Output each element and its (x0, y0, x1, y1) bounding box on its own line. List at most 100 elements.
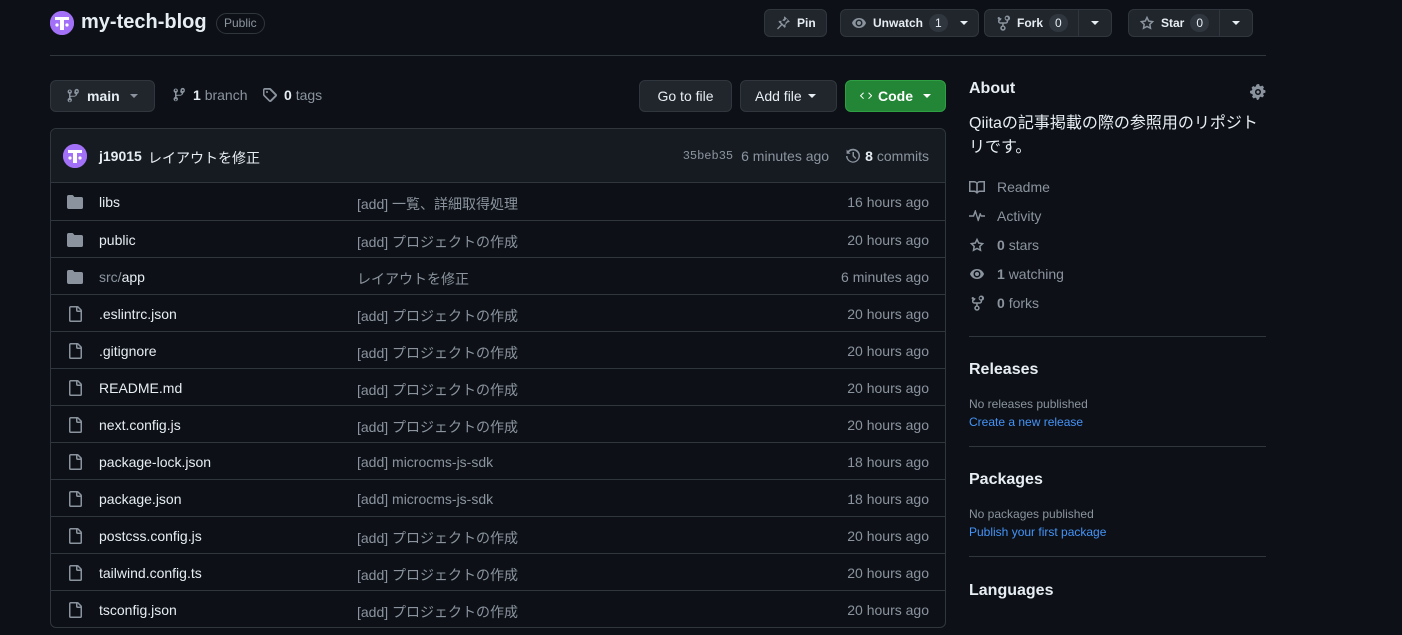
file-icon (67, 491, 83, 507)
commit-message[interactable]: レイアウトを修正 (148, 148, 260, 168)
file-rows: libs [add] 一覧、詳細取得処理 16 hours ago public [ad… (51, 183, 945, 627)
tags-link[interactable]: 0 tags (262, 87, 322, 103)
file-name[interactable]: tsconfig.json (99, 602, 177, 618)
packages-empty-text: No packages published (969, 507, 1094, 521)
file-row[interactable]: README.md [add] プロジェクトの作成 20 hours ago (51, 368, 945, 405)
file-commit-message[interactable]: [add] プロジェクトの作成 (357, 528, 518, 548)
code-button[interactable]: Code (845, 80, 946, 112)
publish-package-link[interactable]: Publish your first package (969, 525, 1266, 539)
file-commit-message[interactable]: [add] プロジェクトの作成 (357, 380, 518, 400)
file-row[interactable]: tailwind.config.ts [add] プロジェクトの作成 20 hour… (51, 553, 945, 590)
tag-count: 0 (284, 87, 292, 103)
file-name[interactable]: libs (99, 194, 120, 210)
file-name-text: public (99, 232, 136, 248)
star-button[interactable]: Star 0 (1129, 10, 1219, 36)
commit-sha[interactable]: 35beb35 (683, 149, 733, 163)
watching-link[interactable]: 1 watching (969, 259, 1266, 288)
file-name-text: package.json (99, 491, 182, 507)
file-commit-message[interactable]: [add] microcms-js-sdk (357, 454, 493, 470)
star-button-group: Star 0 (1128, 9, 1254, 37)
file-commit-message[interactable]: [add] プロジェクトの作成 (357, 417, 518, 437)
file-name[interactable]: .gitignore (99, 343, 157, 359)
file-commit-message[interactable]: [add] microcms-js-sdk (357, 491, 493, 507)
file-commit-message[interactable]: [add] プロジェクトの作成 (357, 306, 518, 326)
file-commit-message[interactable]: [add] プロジェクトの作成 (357, 602, 518, 622)
file-row[interactable]: package-lock.json [add] microcms-js-sdk 18… (51, 442, 945, 479)
file-row[interactable]: tsconfig.json [add] プロジェクトの作成 20 hours ago (51, 590, 945, 627)
pin-label: Pin (797, 16, 816, 30)
file-name[interactable]: .eslintrc.json (99, 306, 177, 322)
file-row[interactable]: public [add] プロジェクトの作成 20 hours ago (51, 220, 945, 257)
stars-word: stars (1008, 236, 1040, 253)
chevron-down-icon (1232, 21, 1241, 25)
file-commit-message[interactable]: [add] プロジェクトの作成 (357, 343, 518, 363)
create-release-link[interactable]: Create a new release (969, 415, 1266, 429)
file-table: j19015 レイアウトを修正 35beb35 6 minutes ago 8 … (50, 128, 946, 628)
file-commit-age: 20 hours ago (847, 602, 929, 618)
latest-commit-bar: j19015 レイアウトを修正 35beb35 6 minutes ago 8 … (51, 129, 945, 183)
languages-title: Languages (969, 582, 1054, 599)
file-name-text: .gitignore (99, 343, 157, 359)
file-commit-message[interactable]: [add] プロジェクトの作成 (357, 565, 518, 585)
file-commit-age: 20 hours ago (847, 417, 929, 433)
file-icon (67, 343, 83, 359)
file-name[interactable]: src/app (99, 269, 145, 285)
file-name-text: next.config.js (99, 417, 181, 433)
commit-author[interactable]: j19015 (99, 148, 142, 164)
about-description: Qiitaの記事掲載の際の参照用のリポジトリです。 (969, 115, 1258, 156)
file-name[interactable]: public (99, 232, 136, 248)
commit-count: 8 (865, 148, 873, 164)
eye-icon (852, 18, 866, 28)
file-name[interactable]: tailwind.config.ts (99, 565, 202, 581)
file-row[interactable]: libs [add] 一覧、詳細取得処理 16 hours ago (51, 183, 945, 220)
watching-word: watching (1008, 265, 1064, 282)
code-label: Code (878, 88, 913, 104)
activity-link[interactable]: Activity (969, 201, 1266, 230)
go-to-file-button[interactable]: Go to file (639, 80, 732, 112)
branch-icon (67, 88, 79, 103)
star-dropdown-button[interactable] (1220, 10, 1252, 36)
file-row[interactable]: .gitignore [add] プロジェクトの作成 20 hours ago (51, 331, 945, 368)
unwatch-button[interactable]: Unwatch 1 (840, 9, 979, 37)
file-row[interactable]: postcss.config.js [add] プロジェクトの作成 20 hours… (51, 516, 945, 553)
file-row[interactable]: package.json [add] microcms-js-sdk 18 hour… (51, 479, 945, 516)
file-row[interactable]: src/app レイアウトを修正 6 minutes ago (51, 257, 945, 294)
file-commit-message[interactable]: [add] 一覧、詳細取得処理 (357, 194, 518, 214)
forks-count: 0 (997, 294, 1005, 311)
file-commit-message[interactable]: レイアウトを修正 (357, 269, 469, 289)
forks-link[interactable]: 0 forks (969, 288, 1266, 317)
packages-title[interactable]: Packages (969, 471, 1266, 489)
commits-link[interactable]: 8 commits (845, 148, 929, 164)
file-name[interactable]: README.md (99, 380, 182, 396)
branch-select[interactable]: main (50, 80, 155, 112)
eye-icon (970, 268, 984, 279)
owner-avatar[interactable] (50, 11, 74, 35)
file-icon (67, 306, 83, 322)
file-name[interactable]: next.config.js (99, 417, 181, 433)
file-name[interactable]: postcss.config.js (99, 528, 202, 544)
branches-link[interactable]: 1 branch (171, 87, 248, 103)
watching-count: 1 (997, 265, 1005, 282)
fork-button[interactable]: Fork 0 (985, 10, 1078, 36)
commit-author-avatar[interactable] (63, 144, 87, 168)
fork-dropdown-button[interactable] (1079, 10, 1111, 36)
stars-link[interactable]: 0 stars (969, 230, 1266, 259)
file-name[interactable]: package-lock.json (99, 454, 211, 470)
readme-link[interactable]: Readme (969, 172, 1266, 201)
file-name-text: postcss.config.js (99, 528, 202, 544)
file-icon (67, 565, 83, 581)
languages-section: Languages (969, 557, 1266, 600)
file-commit-message[interactable]: [add] プロジェクトの作成 (357, 232, 518, 252)
repo-header: my-tech-blog Public Pin Unwatch 1 Fork 0… (50, 0, 1266, 56)
gear-icon[interactable] (1250, 84, 1266, 100)
fork-label: Fork (1017, 16, 1044, 30)
file-row[interactable]: .eslintrc.json [add] プロジェクトの作成 20 hours ag… (51, 294, 945, 331)
add-file-button[interactable]: Add file (740, 80, 837, 112)
pin-button[interactable]: Pin (764, 9, 827, 37)
repo-name[interactable]: my-tech-blog (81, 11, 207, 34)
file-name[interactable]: package.json (99, 491, 182, 507)
file-row[interactable]: next.config.js [add] プロジェクトの作成 20 hours ag… (51, 405, 945, 442)
releases-title[interactable]: Releases (969, 361, 1266, 379)
readme-label: Readme (997, 178, 1050, 195)
file-commit-age: 20 hours ago (847, 306, 929, 322)
